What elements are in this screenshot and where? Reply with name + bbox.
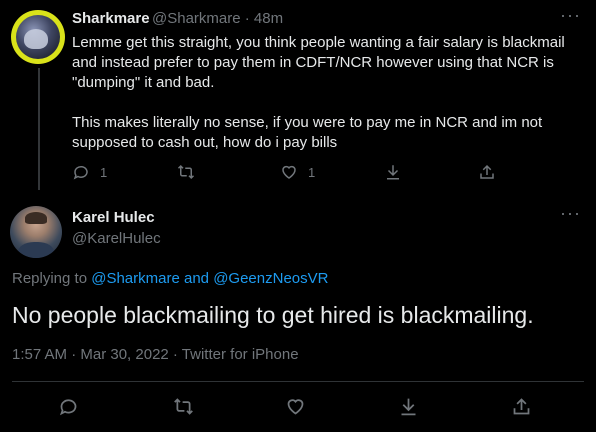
avatar-image (16, 15, 60, 59)
reply-button[interactable]: 1 (72, 163, 107, 181)
retweet-button[interactable] (172, 396, 195, 417)
download-icon (387, 165, 399, 180)
divider (12, 381, 584, 382)
like-icon (282, 165, 296, 179)
like-button[interactable]: 1 (280, 163, 315, 181)
reply-count: 1 (100, 164, 108, 180)
replying-to: Replying to @Sharkmare and @GeenzNeosVR (12, 270, 328, 287)
replying-prefix: Replying to (12, 270, 92, 287)
display-name[interactable]: Karel Hulec (72, 209, 155, 226)
avatar-image (25, 212, 47, 224)
retweet-icon (177, 164, 195, 180)
handle[interactable]: @Sharkmare (152, 10, 241, 27)
share-button[interactable] (511, 396, 532, 417)
retweet-icon (174, 398, 193, 415)
like-count: 1 (308, 164, 316, 180)
tweet-text: Lemme get this straight, you think peopl… (72, 33, 580, 153)
download-button[interactable] (398, 396, 419, 417)
share-icon (480, 164, 494, 179)
tweet-actions (0, 386, 596, 426)
mention-link[interactable]: @Sharkmare (91, 270, 180, 287)
share-icon (513, 398, 530, 415)
download-button[interactable] (384, 163, 402, 181)
reply-icon (59, 399, 77, 416)
replying-and: and (179, 270, 214, 287)
more-options-button[interactable]: ··· (560, 204, 581, 222)
tweet-actions: 1 1 (72, 160, 512, 184)
more-options-button[interactable]: ··· (560, 6, 581, 24)
mention-link[interactable]: @GeenzNeosVR (213, 270, 328, 287)
reply-icon (73, 165, 88, 180)
tweet-text: No people blackmailing to get hired is b… (12, 302, 534, 328)
retweet-button[interactable] (176, 163, 196, 181)
reply-button[interactable] (58, 396, 79, 417)
like-icon (287, 399, 304, 415)
download-icon (401, 398, 416, 416)
share-button[interactable] (478, 163, 496, 181)
handle-and-time: @Sharkmare · 48m (152, 10, 283, 27)
display-name[interactable]: Sharkmare (72, 10, 150, 27)
tweet-paragraph: This makes literally no sense, if you we… (72, 114, 543, 151)
avatar-image (18, 242, 54, 258)
like-button[interactable] (285, 396, 306, 417)
avatar-karel[interactable] (10, 206, 62, 258)
handle[interactable]: @KarelHulec (72, 230, 161, 247)
thread-line (38, 68, 40, 190)
tweet-timestamp[interactable]: 1:57 AM · Mar 30, 2022 · Twitter for iPh… (12, 346, 299, 363)
avatar-sharkmare[interactable] (11, 10, 65, 64)
time[interactable]: · 48m (241, 10, 283, 27)
tweet-paragraph: Lemme get this straight, you think peopl… (72, 34, 565, 91)
